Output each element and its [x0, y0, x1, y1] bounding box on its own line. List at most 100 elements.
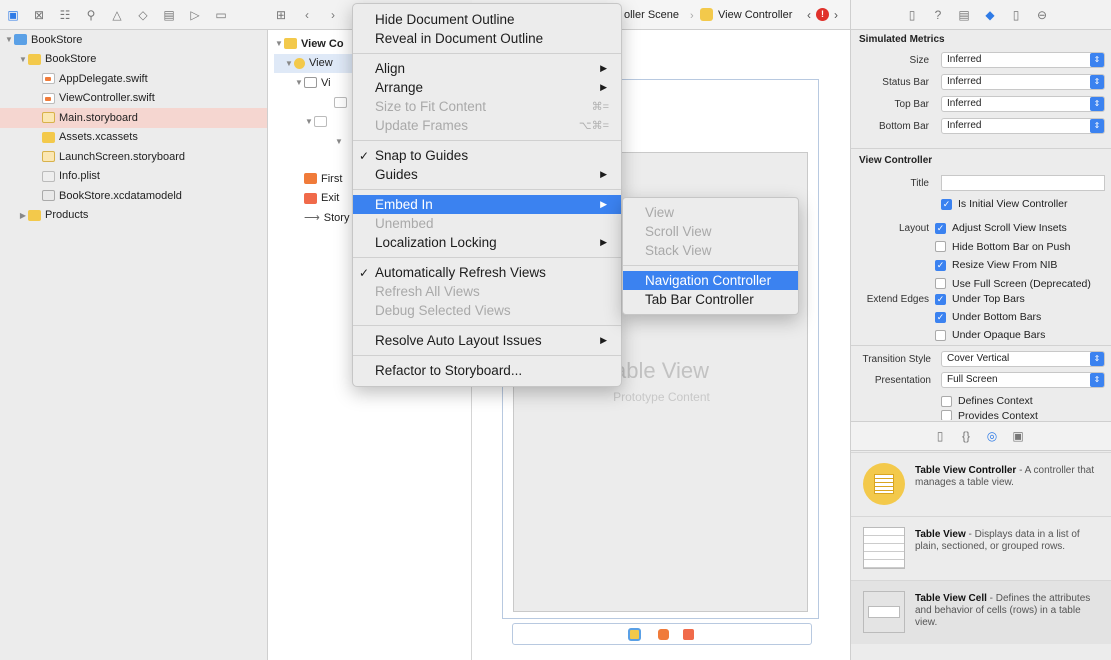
debug-icon[interactable]: ▤ — [162, 8, 176, 22]
defines-context-checkbox[interactable] — [941, 395, 952, 407]
option-checkbox[interactable]: ✓ — [935, 293, 946, 305]
jumpbar-scene[interactable]: oller Scene — [624, 9, 679, 21]
option-checkbox[interactable]: ✓ — [935, 222, 946, 234]
hierarchy-icon[interactable]: ☷ — [58, 8, 72, 22]
menu-item-label: Update Frames — [375, 118, 469, 133]
view-controller-icon[interactable] — [628, 628, 641, 641]
option-checkbox[interactable] — [935, 241, 946, 252]
embed-in-submenu: View Scroll View Stack View Navigation Cont… — [622, 197, 799, 315]
outline-story-label: Story — [323, 211, 350, 224]
file-template-icon[interactable]: ▯ — [933, 429, 947, 443]
navigator-item[interactable]: AppDelegate.swift — [0, 69, 267, 89]
library-item[interactable]: Table View - Displays data in a list of … — [851, 516, 1111, 580]
disclosure-closed-icon[interactable]: ▶ — [18, 211, 28, 220]
forward-icon[interactable]: › — [326, 8, 340, 22]
menu-item[interactable]: Refactor to Storyboard... — [353, 361, 621, 380]
disclosure-icon[interactable]: ▼ — [334, 137, 344, 146]
source-control-icon[interactable]: ⊠ — [32, 8, 46, 22]
error-icon[interactable]: ! — [816, 8, 829, 21]
library-item[interactable]: Table View Controller - A controller tha… — [851, 452, 1111, 516]
warning-icon[interactable]: △ — [110, 8, 124, 22]
jumpbar-controller[interactable]: View Controller — [718, 9, 792, 21]
navigator-item[interactable]: Info.plist — [0, 167, 267, 187]
metric-row: Size Inferred ⇕ — [851, 51, 1111, 69]
option-checkbox[interactable] — [935, 329, 946, 341]
menu-item[interactable]: ✓ Snap to Guides — [353, 146, 621, 165]
grid-icon[interactable]: ⊞ — [274, 8, 288, 22]
navigator-item-label: Products — [45, 209, 89, 222]
disclosure-open-icon[interactable]: ▼ — [18, 55, 28, 64]
navigator-item[interactable]: ▶ Products — [0, 206, 267, 226]
metric-label: Top Bar — [894, 98, 929, 110]
menu-separator — [623, 265, 798, 266]
defines-context-label: Defines Context — [958, 395, 1033, 407]
exit-icon[interactable] — [683, 629, 694, 640]
stepper-icon: ⇕ — [1090, 119, 1104, 133]
title-field[interactable] — [941, 175, 1105, 191]
navigator-item[interactable]: LaunchScreen.storyboard — [0, 147, 267, 167]
metric-select[interactable]: Inferred ⇕ — [941, 96, 1105, 112]
object-library-icon[interactable]: ◎ — [985, 429, 999, 443]
menu-item[interactable]: Embed In ▶ — [353, 195, 621, 214]
first-responder-icon[interactable] — [658, 629, 669, 640]
test-icon[interactable]: ◇ — [136, 8, 150, 22]
menu-item[interactable]: Align ▶ — [353, 59, 621, 78]
disclosure-open-icon[interactable]: ▼ — [4, 35, 14, 44]
code-snippet-icon[interactable]: {} — [959, 429, 973, 443]
report-icon[interactable]: ▭ — [214, 8, 228, 22]
menu-item[interactable]: Tab Bar Controller — [623, 290, 798, 309]
transition-select[interactable]: Cover Vertical ⇕ — [941, 351, 1105, 367]
transition-row: Transition Style Cover Vertical ⇕ — [851, 350, 1111, 368]
navigator-item-label: ViewController.swift — [59, 92, 155, 105]
option-checkbox[interactable] — [935, 278, 946, 289]
size-icon[interactable]: ▯ — [1009, 8, 1023, 22]
connections-icon[interactable]: ⊖ — [1035, 8, 1049, 22]
disclosure-icon[interactable]: ▼ — [274, 39, 284, 48]
metric-select[interactable]: Inferred ⇕ — [941, 118, 1105, 134]
disclosure-icon[interactable]: ▼ — [284, 59, 294, 68]
menu-separator — [353, 257, 621, 258]
menu-item[interactable]: Navigation Controller — [623, 271, 798, 290]
disclosure-icon[interactable]: ▼ — [304, 117, 314, 126]
menu-item[interactable]: Arrange ▶ — [353, 78, 621, 97]
navigator-item[interactable]: ▼ BookStore — [0, 30, 267, 50]
attributes-icon[interactable]: ◆ — [983, 8, 997, 22]
menu-item: Stack View — [623, 241, 798, 260]
disclosure-icon[interactable]: ▼ — [294, 78, 304, 87]
navigator-item[interactable]: Main.storyboard — [0, 108, 267, 128]
option-checkbox[interactable]: ✓ — [935, 311, 946, 323]
navigator-item[interactable]: ▼ BookStore — [0, 50, 267, 70]
media-library-icon[interactable]: ▣ — [1011, 429, 1025, 443]
checkmark-icon: ✓ — [359, 265, 370, 280]
navigator-item[interactable]: Assets.xcassets — [0, 128, 267, 148]
library-item[interactable]: Table View Cell - Defines the attributes… — [851, 580, 1111, 644]
metric-value: Inferred — [947, 54, 982, 65]
menu-separator — [353, 53, 621, 54]
menu-item[interactable]: ✓ Automatically Refresh Views — [353, 263, 621, 282]
breakpoint-icon[interactable]: ▷ — [188, 8, 202, 22]
menu-item[interactable]: Guides ▶ — [353, 165, 621, 184]
navigator-item[interactable]: ViewController.swift — [0, 89, 267, 109]
back-icon[interactable]: ‹ — [300, 8, 314, 22]
forward-icon[interactable]: › — [834, 8, 838, 22]
option-checkbox[interactable]: ✓ — [935, 259, 946, 271]
back-icon[interactable]: ‹ — [807, 8, 811, 22]
metric-select[interactable]: Inferred ⇕ — [941, 52, 1105, 68]
menu-item[interactable]: Localization Locking ▶ — [353, 233, 621, 252]
presentation-select[interactable]: Full Screen ⇕ — [941, 372, 1105, 388]
identity-icon[interactable]: ▤ — [957, 8, 971, 22]
file-icon[interactable]: ▯ — [905, 8, 919, 22]
menu-item[interactable]: Resolve Auto Layout Issues ▶ — [353, 331, 621, 350]
search-icon[interactable]: ⚲ — [84, 8, 98, 22]
provides-context-checkbox[interactable] — [941, 410, 952, 420]
help-icon[interactable]: ? — [931, 8, 945, 22]
stepper-icon: ⇕ — [1090, 97, 1104, 111]
exit-icon — [304, 192, 317, 204]
navigator-item[interactable]: BookStore.xcdatamodeld — [0, 186, 267, 206]
initial-vc-checkbox[interactable]: ✓ — [941, 198, 952, 210]
menu-item[interactable]: Reveal in Document Outline — [353, 29, 621, 48]
provides-context-label: Provides Context — [958, 410, 1038, 420]
menu-item[interactable]: Hide Document Outline — [353, 10, 621, 29]
metric-select[interactable]: Inferred ⇕ — [941, 74, 1105, 90]
folder-icon[interactable]: ▣ — [6, 8, 20, 22]
